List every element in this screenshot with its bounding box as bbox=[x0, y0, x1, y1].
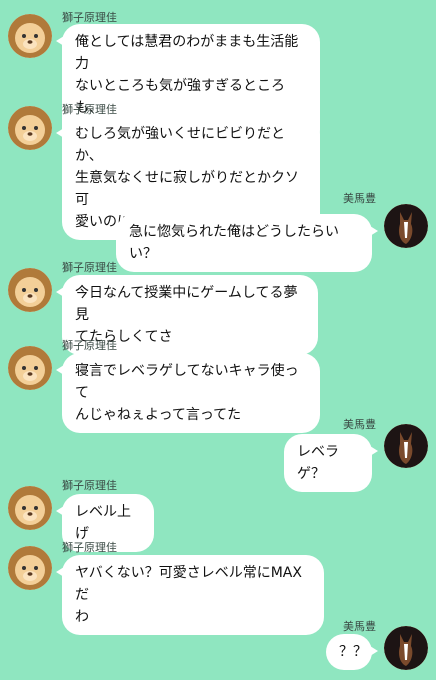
lion-cub-avatar-icon[interactable] bbox=[8, 546, 52, 590]
lion-cub-avatar-icon[interactable] bbox=[8, 486, 52, 530]
sender-name: 獅子原理佳 bbox=[62, 541, 117, 554]
sender-name: 美馬豊 bbox=[343, 418, 376, 431]
horse-avatar-icon[interactable] bbox=[384, 424, 428, 468]
horse-avatar-icon[interactable] bbox=[384, 204, 428, 248]
sender-name: 獅子原理佳 bbox=[62, 339, 117, 352]
sender-name: 獅子原理佳 bbox=[62, 261, 117, 274]
horse-avatar-icon[interactable] bbox=[384, 626, 428, 670]
lion-cub-avatar-icon[interactable] bbox=[8, 346, 52, 390]
sender-name: 獅子原理佳 bbox=[62, 479, 117, 492]
sender-name: 獅子原理佳 bbox=[62, 11, 117, 24]
lion-cub-avatar-icon[interactable] bbox=[8, 14, 52, 58]
message-bubble[interactable]: 寝言でレベラゲしてないキャラ使って んじゃねぇよって言ってた bbox=[56, 353, 320, 433]
message-bubble[interactable]: 急に惚気られた俺はどうしたらいい？ bbox=[116, 214, 378, 272]
sender-name: 美馬豊 bbox=[343, 620, 376, 633]
message-bubble[interactable]: レベラゲ？ bbox=[284, 434, 378, 492]
lion-cub-avatar-icon[interactable] bbox=[8, 106, 52, 150]
sender-name: 獅子原理佳 bbox=[62, 103, 117, 116]
message-bubble[interactable]: ？？ bbox=[326, 634, 378, 670]
sender-name: 美馬豊 bbox=[343, 192, 376, 205]
message-bubble[interactable]: ヤバくない？可愛さレベル常にMAXだ わ bbox=[56, 555, 324, 635]
lion-cub-avatar-icon[interactable] bbox=[8, 268, 52, 312]
